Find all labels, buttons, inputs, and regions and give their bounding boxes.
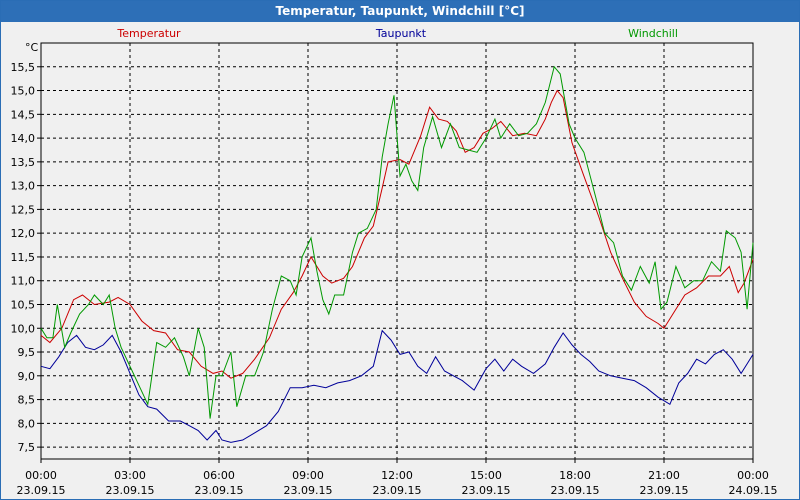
x-tick-date: 23.09.15 (373, 484, 422, 497)
y-tick-label: 11,5 (11, 251, 36, 264)
x-tick-time: 21:00 (648, 469, 680, 482)
x-tick-date: 23.09.15 (462, 484, 511, 497)
y-axis-label: °C (25, 41, 39, 54)
x-tick-date: 23.09.15 (195, 484, 244, 497)
x-tick-date: 23.09.15 (106, 484, 155, 497)
line-chart: 7,5 8,0 8,5 9,0 9,5 10,0 10,5 11,0 11,5 12,0 12,5 1… (11, 27, 778, 497)
y-tick-label: 14,0 (11, 132, 36, 145)
y-tick-label: 11,0 (11, 275, 36, 288)
y-tick-label: 14,5 (11, 108, 36, 121)
y-tick-label: 9,5 (18, 346, 36, 359)
legend-taupunkt: Taupunkt (375, 27, 427, 40)
chart-window: Temperatur, Taupunkt, Windchill [°C] 7,5… (0, 0, 800, 500)
x-tick-time: 09:00 (292, 469, 324, 482)
window-title: Temperatur, Taupunkt, Windchill [°C] (1, 1, 799, 22)
x-axis-ticks: 00:00 23.09.15 03:00 23.09.15 06:00 23.09.15 0… (17, 459, 778, 497)
x-tick-time: 03:00 (114, 469, 146, 482)
y-tick-label: 13,0 (11, 180, 36, 193)
y-tick-label: 10,5 (11, 298, 36, 311)
x-tick-date: 24.09.15 (729, 484, 778, 497)
y-tick-label: 15,5 (11, 61, 36, 74)
x-tick-time: 00:00 (737, 469, 769, 482)
y-tick-label: 12,0 (11, 227, 36, 240)
y-tick-label: 13,5 (11, 156, 36, 169)
y-tick-label: 12,5 (11, 203, 36, 216)
grid-lines (41, 43, 753, 459)
legend: Temperatur Taupunkt Windchill (116, 27, 678, 40)
y-axis-ticks: 7,5 8,0 8,5 9,0 9,5 10,0 10,5 11,0 11,5 12,0 12,5 1… (11, 61, 41, 454)
y-tick-label: 8,5 (18, 394, 36, 407)
y-tick-label: 8,0 (18, 417, 36, 430)
x-tick-date: 23.09.15 (284, 484, 333, 497)
x-tick-time: 18:00 (559, 469, 591, 482)
legend-windchill: Windchill (628, 27, 678, 40)
y-tick-label: 15,0 (11, 85, 36, 98)
x-tick-date: 23.09.15 (551, 484, 600, 497)
x-tick-date: 23.09.15 (640, 484, 689, 497)
y-tick-label: 9,0 (18, 370, 36, 383)
x-tick-time: 06:00 (203, 469, 235, 482)
x-tick-time: 15:00 (470, 469, 502, 482)
x-tick-date: 23.09.15 (17, 484, 66, 497)
x-tick-time: 00:00 (25, 469, 57, 482)
x-tick-time: 12:00 (381, 469, 413, 482)
y-tick-label: 10,0 (11, 322, 36, 335)
legend-temperatur: Temperatur (116, 27, 181, 40)
y-tick-label: 7,5 (18, 441, 36, 454)
